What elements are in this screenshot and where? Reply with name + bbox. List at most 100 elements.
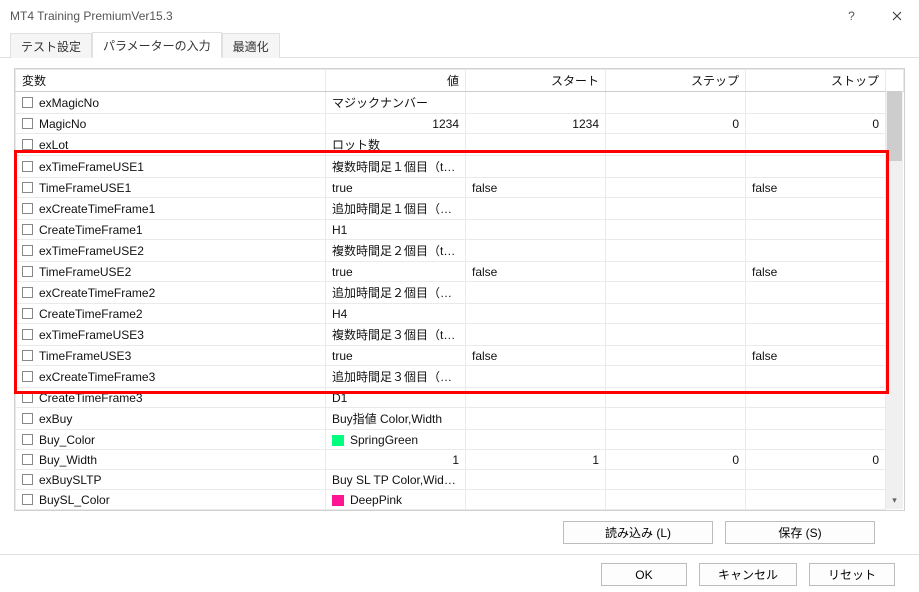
param-value-cell[interactable]: 1234	[326, 114, 466, 134]
param-name-cell[interactable]: BuySL_Color	[16, 490, 326, 510]
param-value-cell[interactable]: 追加時間足３個目（※元の時間足より大きな時間を指定）	[326, 366, 466, 388]
param-start-cell[interactable]	[466, 134, 606, 156]
col-value[interactable]: 値	[326, 70, 466, 92]
param-name-cell[interactable]: MagicNo	[16, 114, 326, 134]
param-value-cell[interactable]: true	[326, 262, 466, 282]
param-step-cell[interactable]	[606, 324, 746, 346]
param-start-cell[interactable]: 1	[466, 450, 606, 470]
ok-button[interactable]: OK	[601, 563, 687, 586]
row-checkbox[interactable]	[22, 139, 33, 150]
tab-parameter-input[interactable]: パラメーターの入力	[92, 32, 222, 58]
col-stop[interactable]: ストップ	[746, 70, 886, 92]
param-step-cell[interactable]	[606, 134, 746, 156]
param-value-cell[interactable]: true	[326, 178, 466, 198]
param-step-cell[interactable]	[606, 490, 746, 510]
vertical-scrollbar[interactable]: ▾	[886, 91, 903, 509]
row-checkbox[interactable]	[22, 454, 33, 465]
param-start-cell[interactable]	[466, 408, 606, 430]
param-stop-cell[interactable]	[746, 156, 886, 178]
param-name-cell[interactable]: exTimeFrameUSE2	[16, 240, 326, 262]
help-button[interactable]: ?	[829, 0, 874, 32]
cancel-button[interactable]: キャンセル	[699, 563, 797, 586]
param-step-cell[interactable]	[606, 346, 746, 366]
param-name-cell[interactable]: TimeFrameUSE3	[16, 346, 326, 366]
param-name-cell[interactable]: TimeFrameUSE1	[16, 178, 326, 198]
param-step-cell[interactable]	[606, 198, 746, 220]
row-checkbox[interactable]	[22, 329, 33, 340]
param-start-cell[interactable]: 1234	[466, 114, 606, 134]
param-name-cell[interactable]: exBuySLTP	[16, 470, 326, 490]
param-step-cell[interactable]: 0	[606, 450, 746, 470]
tab-optimization[interactable]: 最適化	[222, 33, 280, 58]
param-stop-cell[interactable]	[746, 388, 886, 408]
param-step-cell[interactable]: 0	[606, 114, 746, 134]
param-name-cell[interactable]: exCreateTimeFrame1	[16, 198, 326, 220]
param-start-cell[interactable]	[466, 324, 606, 346]
row-checkbox[interactable]	[22, 224, 33, 235]
param-value-cell[interactable]: H1	[326, 220, 466, 240]
table-row[interactable]: CreateTimeFrame1H1	[16, 220, 904, 240]
param-value-cell[interactable]: 複数時間足１個目（true:使う false:使わない）	[326, 156, 466, 178]
row-checkbox[interactable]	[22, 287, 33, 298]
param-stop-cell[interactable]	[746, 198, 886, 220]
param-start-cell[interactable]	[466, 92, 606, 114]
param-value-cell[interactable]: D1	[326, 388, 466, 408]
param-stop-cell[interactable]	[746, 220, 886, 240]
param-start-cell[interactable]: false	[466, 178, 606, 198]
param-start-cell[interactable]	[466, 304, 606, 324]
param-start-cell[interactable]: false	[466, 346, 606, 366]
param-stop-cell[interactable]	[746, 408, 886, 430]
table-row[interactable]: exMagicNoマジックナンバー	[16, 92, 904, 114]
param-value-cell[interactable]: 複数時間足３個目（true:使う false:使わない）	[326, 324, 466, 346]
row-checkbox[interactable]	[22, 413, 33, 424]
param-stop-cell[interactable]	[746, 430, 886, 450]
table-row[interactable]: exCreateTimeFrame2追加時間足２個目（※元の時間足より大きな時間…	[16, 282, 904, 304]
param-value-cell[interactable]: 追加時間足１個目（※元の時間足より大きな時間を指定）	[326, 198, 466, 220]
table-row[interactable]: Buy_Width1100	[16, 450, 904, 470]
param-name-cell[interactable]: CreateTimeFrame1	[16, 220, 326, 240]
row-checkbox[interactable]	[22, 245, 33, 256]
param-stop-cell[interactable]: false	[746, 262, 886, 282]
table-row[interactable]: TimeFrameUSE3truefalsefalse	[16, 346, 904, 366]
param-step-cell[interactable]	[606, 156, 746, 178]
param-start-cell[interactable]	[466, 240, 606, 262]
param-value-cell[interactable]: H4	[326, 304, 466, 324]
table-row[interactable]: exCreateTimeFrame1追加時間足１個目（※元の時間足より大きな時間…	[16, 198, 904, 220]
row-checkbox[interactable]	[22, 392, 33, 403]
row-checkbox[interactable]	[22, 203, 33, 214]
scroll-down-icon[interactable]: ▾	[886, 492, 903, 509]
param-start-cell[interactable]	[466, 430, 606, 450]
param-value-cell[interactable]: Buy SL TP Color,Width,Style	[326, 470, 466, 490]
param-start-cell[interactable]: false	[466, 262, 606, 282]
param-step-cell[interactable]	[606, 262, 746, 282]
param-stop-cell[interactable]	[746, 92, 886, 114]
table-row[interactable]: TimeFrameUSE2truefalsefalse	[16, 262, 904, 282]
param-start-cell[interactable]	[466, 470, 606, 490]
param-step-cell[interactable]	[606, 388, 746, 408]
param-step-cell[interactable]	[606, 240, 746, 262]
param-value-cell[interactable]: ロット数	[326, 134, 466, 156]
param-start-cell[interactable]	[466, 366, 606, 388]
param-stop-cell[interactable]	[746, 304, 886, 324]
table-row[interactable]: exLotロット数	[16, 134, 904, 156]
table-row[interactable]: MagicNo1234123400	[16, 114, 904, 134]
param-name-cell[interactable]: TimeFrameUSE2	[16, 262, 326, 282]
param-value-cell[interactable]: マジックナンバー	[326, 92, 466, 114]
param-step-cell[interactable]	[606, 220, 746, 240]
param-name-cell[interactable]: exCreateTimeFrame3	[16, 366, 326, 388]
param-name-cell[interactable]: exLot	[16, 134, 326, 156]
param-stop-cell[interactable]	[746, 490, 886, 510]
save-button[interactable]: 保存 (S)	[725, 521, 875, 544]
param-start-cell[interactable]	[466, 490, 606, 510]
param-step-cell[interactable]	[606, 366, 746, 388]
param-step-cell[interactable]	[606, 304, 746, 324]
param-start-cell[interactable]	[466, 156, 606, 178]
table-row[interactable]: exCreateTimeFrame3追加時間足３個目（※元の時間足より大きな時間…	[16, 366, 904, 388]
table-row[interactable]: CreateTimeFrame3D1	[16, 388, 904, 408]
param-value-cell[interactable]: Buy指値 Color,Width	[326, 408, 466, 430]
row-checkbox[interactable]	[22, 161, 33, 172]
param-step-cell[interactable]	[606, 282, 746, 304]
table-row[interactable]: exBuySLTPBuy SL TP Color,Width,Style	[16, 470, 904, 490]
load-button[interactable]: 読み込み (L)	[563, 521, 713, 544]
param-stop-cell[interactable]	[746, 470, 886, 490]
